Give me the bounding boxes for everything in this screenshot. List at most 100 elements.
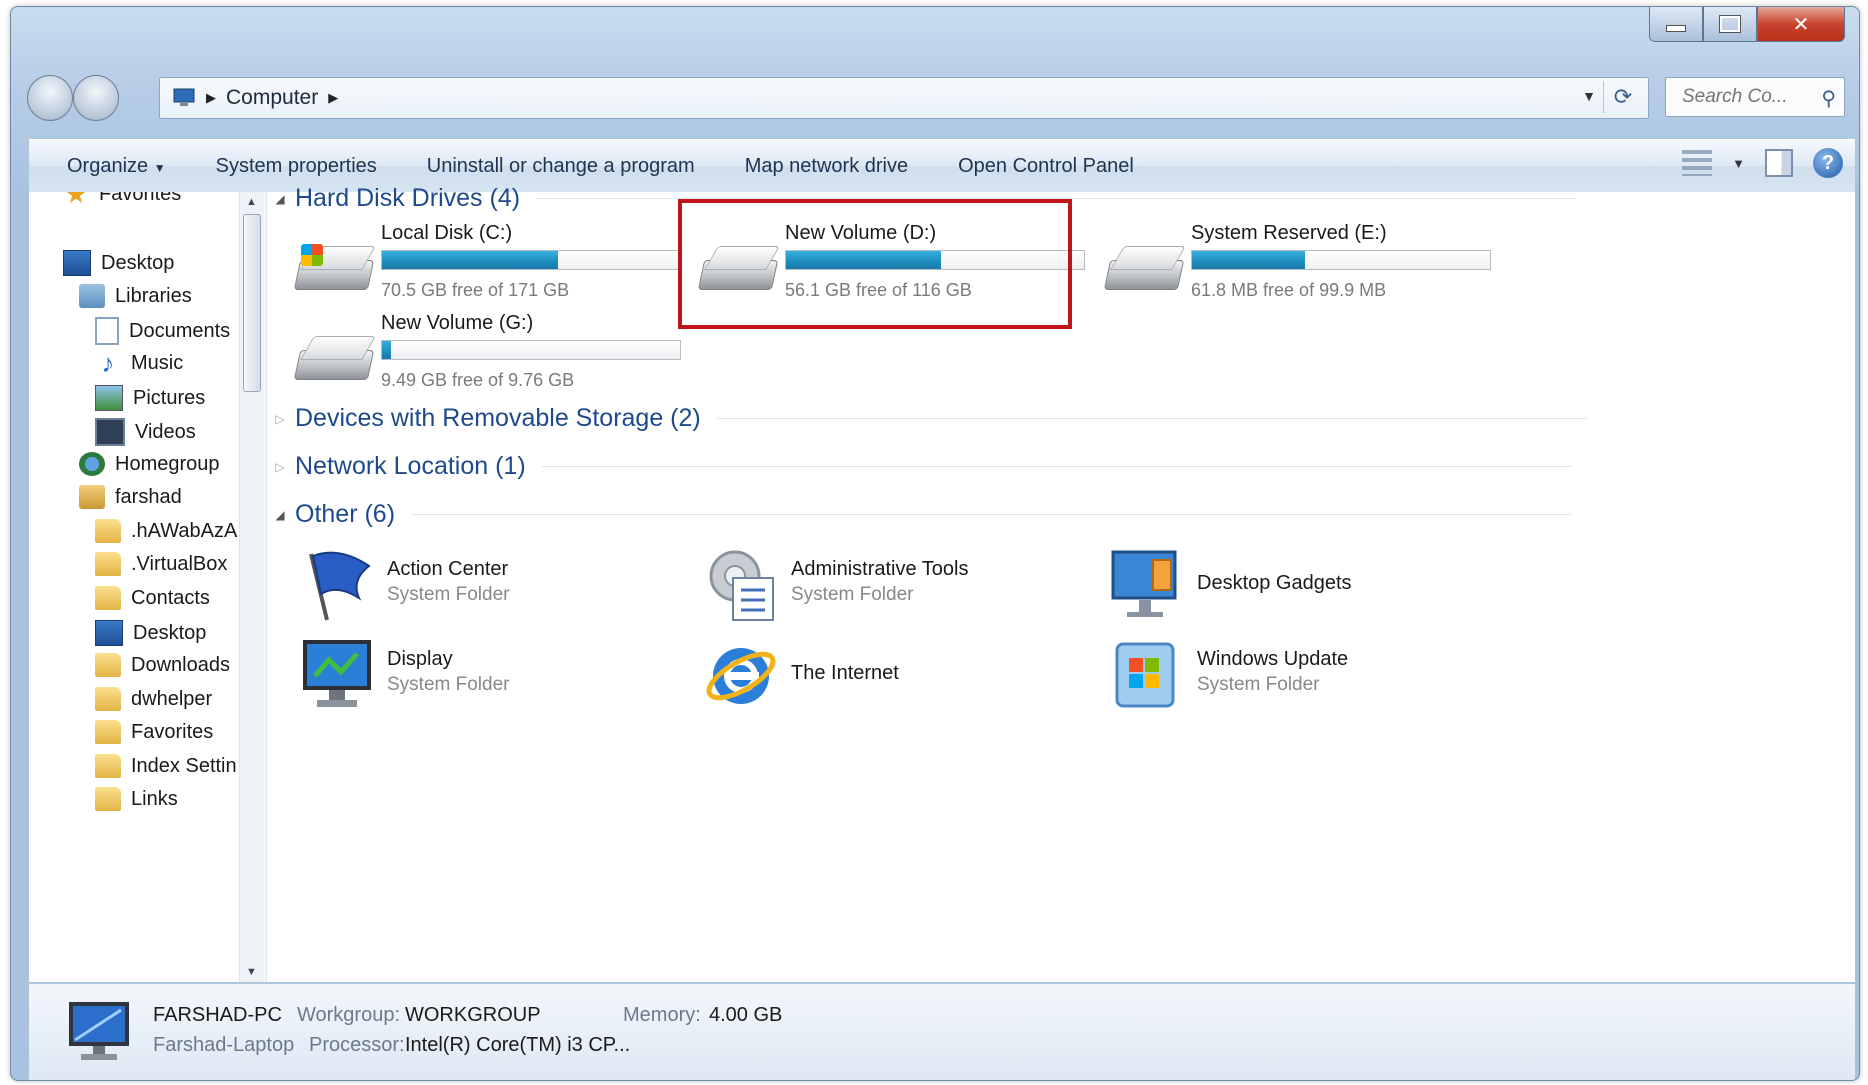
display-monitor-icon: [303, 640, 371, 707]
item-desktop-gadgets[interactable]: Desktop Gadgets: [1109, 546, 1489, 628]
drive-free-space: 56.1 GB free of 116 GB: [785, 280, 972, 300]
processor-value: Intel(R) Core(TM) i3 CP...: [405, 1034, 631, 1056]
music-note-icon: ♪: [101, 348, 115, 378]
item-subtitle: System Folder: [1197, 674, 1320, 695]
sidebar-item-label: Homegroup: [115, 452, 220, 475]
sidebar-item-pictures[interactable]: Pictures: [95, 385, 205, 411]
chevron-right-icon[interactable]: ▶: [328, 90, 338, 106]
sidebar-item-label: Favorites: [131, 720, 214, 743]
expand-triangle-icon[interactable]: ▷: [269, 412, 291, 426]
group-title: Other (6): [295, 500, 396, 528]
sidebar-item-dwhelper[interactable]: dwhelper: [95, 687, 212, 711]
sidebar-item-contacts[interactable]: Contacts: [95, 586, 210, 610]
sidebar-item-homegroup[interactable]: Homegroup: [79, 452, 220, 476]
change-view-icon[interactable]: [1682, 150, 1713, 176]
scroll-down-icon[interactable]: ▼: [246, 966, 257, 978]
workgroup-value: WORKGROUP: [405, 1004, 541, 1026]
sidebar-item-desktop-folder[interactable]: Desktop: [95, 620, 206, 646]
sidebar-item-videos[interactable]: Videos: [95, 418, 196, 446]
user-folder-icon: [79, 485, 105, 509]
view-options-dropdown-icon[interactable]: ▼: [1732, 156, 1745, 171]
contacts-folder-icon: [95, 586, 121, 610]
sidebar-item-desktop[interactable]: Desktop: [63, 250, 174, 276]
drive-usage-bar: [381, 250, 681, 270]
maximize-button[interactable]: [1703, 7, 1757, 42]
open-control-panel-button[interactable]: Open Control Panel: [933, 155, 1159, 178]
sidebar-item-libraries[interactable]: Libraries: [79, 284, 192, 308]
sidebar-item-label: Contacts: [131, 586, 210, 609]
hard-drive-icon: [293, 240, 377, 296]
hard-drive-icon: [1103, 240, 1187, 296]
star-icon: ★: [64, 192, 88, 209]
minimize-button[interactable]: [1649, 7, 1703, 42]
item-administrative-tools[interactable]: Administrative Tools System Folder: [703, 546, 1083, 628]
sidebar-item-favorites-folder[interactable]: Favorites: [95, 720, 213, 744]
sidebar-item-favorites[interactable]: ★ Favorites: [63, 192, 181, 209]
search-icon[interactable]: ⚲: [1821, 86, 1836, 111]
breadcrumb-computer[interactable]: Computer: [226, 86, 318, 110]
sidebar-item-virtualbox[interactable]: .VirtualBox: [95, 552, 227, 576]
memory-label: Memory:: [623, 1004, 701, 1026]
sidebar-item-hawabaza[interactable]: .hAWabAzA: [95, 519, 237, 543]
group-divider: [541, 466, 1572, 467]
internet-explorer-icon: [706, 648, 776, 704]
group-header-network[interactable]: ▷ Network Location (1): [269, 452, 1572, 481]
help-icon[interactable]: ?: [1813, 148, 1843, 178]
sidebar-item-farshad[interactable]: farshad: [79, 485, 182, 509]
item-display[interactable]: Display System Folder: [299, 636, 679, 718]
pane-divider[interactable]: [265, 192, 267, 982]
back-button[interactable]: [27, 75, 73, 121]
sidebar-item-music[interactable]: ♪ Music: [95, 348, 184, 378]
group-title: Network Location (1): [295, 452, 526, 480]
forward-button[interactable]: [73, 75, 119, 121]
group-header-other[interactable]: ◢ Other (6): [269, 500, 1572, 529]
drive-tile-g[interactable]: New Volume (G:) 9.49 GB free of 9.76 GB: [293, 312, 693, 402]
computer-monitor-icon: [69, 1002, 129, 1060]
main-pane: ◢ Hard Disk Drives (4) Local Disk (C:) 7…: [269, 184, 1855, 982]
item-windows-update[interactable]: Windows Update System Folder: [1109, 636, 1489, 718]
sidebar-scrollbar[interactable]: ▲ ▼: [239, 192, 264, 982]
drive-tile-e[interactable]: System Reserved (E:) 61.8 MB free of 99.…: [1103, 222, 1503, 312]
sidebar-item-label: Desktop: [101, 251, 175, 274]
sidebar-item-documents[interactable]: Documents: [95, 317, 230, 345]
drive-free-space: 70.5 GB free of 171 GB: [381, 280, 570, 300]
drive-usage-fill: [1192, 251, 1306, 269]
close-button[interactable]: ✕: [1757, 7, 1845, 42]
uninstall-program-button[interactable]: Uninstall or change a program: [402, 155, 720, 178]
collapse-triangle-icon[interactable]: ◢: [269, 192, 291, 206]
sidebar-item-links[interactable]: Links: [95, 787, 178, 811]
computer-name: FARSHAD-PC: [153, 1004, 282, 1026]
minimize-icon: [1666, 24, 1686, 32]
system-properties-button[interactable]: System properties: [191, 155, 402, 178]
drive-usage-bar: [1191, 250, 1491, 270]
scrollbar-thumb[interactable]: [243, 214, 261, 392]
collapse-triangle-icon[interactable]: ◢: [269, 508, 291, 522]
drive-tile-c[interactable]: Local Disk (C:) 70.5 GB free of 171 GB: [293, 222, 693, 312]
sidebar-item-downloads[interactable]: Downloads: [95, 653, 230, 677]
drive-free-space: 9.49 GB free of 9.76 GB: [381, 370, 575, 390]
item-name: Action Center: [387, 558, 509, 580]
address-bar[interactable]: ▶ Computer ▶ ▼ ⟳: [159, 77, 1649, 119]
preview-pane-icon[interactable]: [1765, 149, 1793, 177]
search-box[interactable]: ⚲: [1665, 77, 1845, 117]
scroll-up-icon[interactable]: ▲: [246, 196, 257, 208]
search-input[interactable]: [1680, 85, 1804, 109]
sidebar-item-label: Videos: [135, 420, 196, 443]
refresh-button[interactable]: ⟳: [1603, 81, 1642, 113]
item-action-center[interactable]: Action Center System Folder: [299, 546, 679, 628]
organize-button[interactable]: Organize ▼: [29, 155, 191, 178]
drive-tile-d[interactable]: New Volume (D:) 56.1 GB free of 116 GB: [697, 222, 1097, 312]
group-header-hard-disks[interactable]: ◢ Hard Disk Drives (4): [269, 184, 1577, 213]
group-divider: [716, 418, 1587, 419]
folder-icon: [95, 754, 121, 778]
address-dropdown-icon[interactable]: ▼: [1582, 88, 1596, 104]
sidebar-item-index-settings[interactable]: Index Settin: [95, 754, 237, 778]
group-divider: [536, 198, 1577, 199]
item-the-internet[interactable]: The Internet: [703, 636, 1083, 718]
sidebar-item-label: dwhelper: [131, 687, 213, 710]
map-network-drive-button[interactable]: Map network drive: [720, 155, 933, 178]
group-header-removable[interactable]: ▷ Devices with Removable Storage (2): [269, 404, 1587, 433]
expand-triangle-icon[interactable]: ▷: [269, 460, 291, 474]
drive-usage-bar: [785, 250, 1085, 270]
chevron-right-icon[interactable]: ▶: [206, 90, 216, 106]
